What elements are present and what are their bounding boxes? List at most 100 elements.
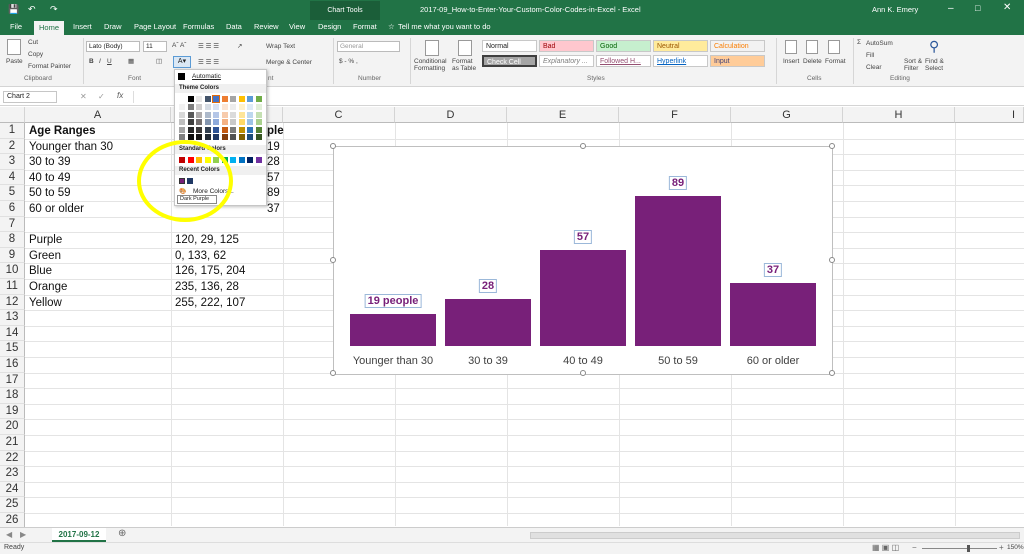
- theme-swatch[interactable]: [230, 104, 236, 110]
- chart-bar[interactable]: [540, 249, 626, 346]
- cell-b10[interactable]: 126, 175, 204: [175, 264, 245, 280]
- number-format-select[interactable]: General: [337, 41, 400, 52]
- tab-view[interactable]: View: [289, 22, 305, 31]
- cell-b6[interactable]: 37: [267, 202, 280, 218]
- cell-a12[interactable]: Yellow: [29, 296, 62, 312]
- currency-icon[interactable]: $ - % ,: [339, 58, 358, 65]
- theme-swatch[interactable]: [204, 111, 211, 118]
- cell-a4[interactable]: 40 to 49: [29, 171, 71, 187]
- zoom-slider[interactable]: [922, 548, 997, 549]
- theme-swatch[interactable]: [187, 96, 194, 102]
- zoom-slider-thumb[interactable]: [967, 545, 970, 552]
- zoom-out-icon[interactable]: −: [912, 543, 917, 552]
- row-header-12[interactable]: 12: [0, 294, 25, 311]
- data-label[interactable]: 37: [763, 263, 783, 278]
- row-header-14[interactable]: 14: [0, 325, 25, 342]
- data-label[interactable]: 57: [573, 229, 593, 244]
- style-followed-hyperlink[interactable]: Followed H...: [596, 55, 651, 67]
- conditional-formatting-button[interactable]: Conditional Formatting: [414, 58, 450, 72]
- data-label[interactable]: 28: [478, 278, 498, 293]
- theme-swatch[interactable]: [247, 104, 253, 110]
- theme-swatch[interactable]: [196, 96, 202, 102]
- delete-button[interactable]: Delete: [803, 58, 822, 65]
- standard-swatch[interactable]: [255, 157, 262, 163]
- sort-filter-button[interactable]: Sort & Filter: [904, 58, 924, 72]
- tab-data[interactable]: Data: [226, 22, 242, 31]
- row-header-3[interactable]: 3: [0, 154, 25, 170]
- format-painter-button[interactable]: Format Painter: [28, 63, 71, 70]
- theme-swatch[interactable]: [204, 119, 211, 125]
- name-box[interactable]: Chart 2: [3, 91, 57, 103]
- wrap-text-button[interactable]: Wrap Text: [266, 43, 295, 50]
- theme-swatch[interactable]: [187, 134, 194, 140]
- enter-icon[interactable]: ✓: [98, 92, 105, 101]
- chart-bar[interactable]: [730, 283, 816, 346]
- style-explanatory[interactable]: Explanatory ...: [539, 55, 594, 67]
- theme-swatch[interactable]: [221, 104, 228, 110]
- automatic-option[interactable]: Automatic: [192, 73, 221, 80]
- theme-swatch[interactable]: [238, 111, 245, 118]
- style-hyperlink[interactable]: Hyperlink: [653, 55, 708, 67]
- row-header-1[interactable]: 1: [0, 123, 25, 139]
- autosum-icon[interactable]: Σ: [857, 39, 861, 46]
- standard-swatch[interactable]: [247, 157, 253, 163]
- maximize-icon[interactable]: □: [975, 3, 980, 13]
- font-name-select[interactable]: Lato (Body): [86, 41, 140, 52]
- theme-swatch[interactable]: [187, 111, 194, 118]
- merge-center-button[interactable]: Merge & Center: [266, 59, 312, 66]
- cell-b2[interactable]: 19: [267, 140, 280, 156]
- zoom-level[interactable]: 150%: [1007, 544, 1024, 551]
- cell-b5[interactable]: 89: [267, 186, 280, 202]
- row-header-2[interactable]: 2: [0, 138, 25, 155]
- minimize-icon[interactable]: –: [948, 3, 954, 14]
- row-header-5[interactable]: 5: [0, 185, 25, 201]
- cell-a6[interactable]: 60 or older: [29, 202, 84, 218]
- cell-a8[interactable]: Purple: [29, 233, 62, 249]
- row-header-6[interactable]: 6: [0, 201, 25, 217]
- close-icon[interactable]: ✕: [1003, 2, 1011, 13]
- font-size-select[interactable]: 11: [143, 41, 167, 52]
- theme-swatch[interactable]: [255, 104, 262, 110]
- clear-button[interactable]: Clear: [866, 64, 882, 71]
- theme-swatch[interactable]: [196, 134, 202, 140]
- row-header-9[interactable]: 9: [0, 247, 25, 264]
- theme-swatch[interactable]: [247, 126, 253, 133]
- search-icon[interactable]: ⚲: [929, 38, 939, 55]
- row-header-8[interactable]: 8: [0, 232, 25, 248]
- italic-button[interactable]: I: [99, 58, 101, 65]
- cell-a5[interactable]: 50 to 59: [29, 186, 71, 202]
- font-color-button[interactable]: A▾: [173, 56, 191, 68]
- theme-swatch[interactable]: [187, 119, 194, 125]
- chart-bar[interactable]: [635, 195, 721, 346]
- insert-button[interactable]: Insert: [783, 58, 799, 65]
- select-all-corner[interactable]: [0, 107, 25, 123]
- cell-a11[interactable]: Orange: [29, 280, 67, 296]
- theme-swatch[interactable]: [213, 119, 219, 125]
- cell-b1[interactable]: ple: [267, 124, 284, 140]
- row-header-4[interactable]: 4: [0, 169, 25, 186]
- data-label[interactable]: 19 people: [364, 293, 422, 308]
- theme-swatch[interactable]: [247, 96, 253, 102]
- autosum-button[interactable]: AutoSum: [866, 40, 893, 47]
- cut-button[interactable]: Cut: [28, 39, 38, 46]
- theme-swatch[interactable]: [221, 111, 228, 118]
- row-header-11[interactable]: 11: [0, 279, 25, 295]
- save-icon[interactable]: 💾: [8, 4, 19, 15]
- tab-format[interactable]: Format: [353, 22, 377, 31]
- tab-insert[interactable]: Insert: [73, 22, 92, 31]
- theme-swatch[interactable]: [221, 119, 228, 125]
- tab-home[interactable]: Home: [34, 21, 65, 35]
- row-header-10[interactable]: 10: [0, 263, 25, 279]
- theme-swatch[interactable]: [213, 111, 219, 118]
- theme-swatch[interactable]: [196, 111, 202, 118]
- tab-draw[interactable]: Draw: [104, 22, 122, 31]
- cell-b8[interactable]: 120, 29, 125: [175, 233, 239, 249]
- column-header-a[interactable]: A: [25, 107, 171, 123]
- fx-button[interactable]: fx: [117, 91, 123, 100]
- sheet-tab-2017-09-12[interactable]: 2017-09-12: [52, 528, 106, 542]
- row-header-13[interactable]: 13: [0, 310, 25, 326]
- theme-swatch[interactable]: [238, 119, 245, 125]
- theme-swatch[interactable]: [247, 111, 253, 118]
- style-normal[interactable]: Normal: [482, 40, 537, 52]
- clipboard-icon[interactable]: [7, 39, 21, 55]
